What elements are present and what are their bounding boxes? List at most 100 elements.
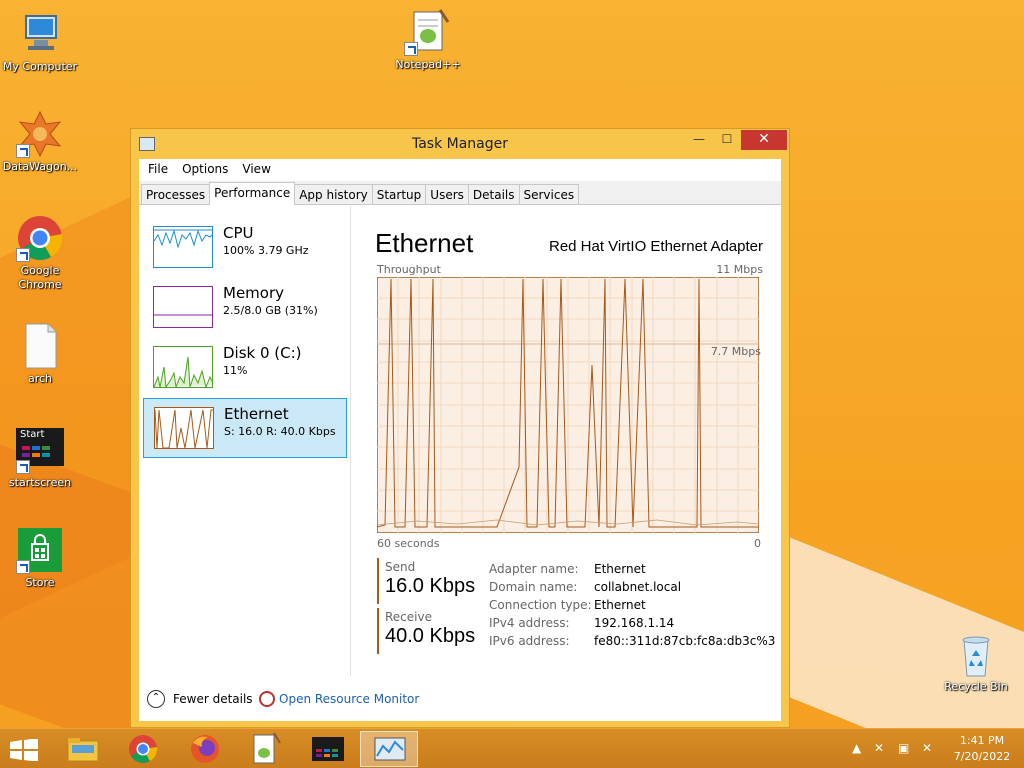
tab-details[interactable]: Details <box>467 184 520 204</box>
cpu-thumbnail-graph <box>153 226 213 268</box>
page-title: Ethernet <box>375 228 474 258</box>
chevron-up-icon[interactable]: ⌃ <box>147 690 165 708</box>
sidebar-item-value: 2.5/8.0 GB (31%) <box>223 304 318 317</box>
property-row: Adapter name: Ethernet <box>489 562 775 580</box>
menu-options[interactable]: Options <box>175 159 235 179</box>
clock-time: 1:41 PM <box>959 734 1005 747</box>
taskbar-startscreen[interactable] <box>298 731 356 767</box>
sidebar-item-label: CPU <box>223 224 254 242</box>
sidebar-item-cpu[interactable]: CPU 100% 3.79 GHz <box>143 218 347 278</box>
system-clock[interactable]: 1:41 PM 7/20/2022 <box>946 733 1018 765</box>
chrome-icon <box>129 735 158 763</box>
tab-app-history[interactable]: App history <box>294 184 373 204</box>
menu-view[interactable]: View <box>235 159 277 179</box>
property-value: collabnet.local <box>594 580 682 594</box>
graph-x-right-label: 0 <box>754 537 761 550</box>
tab-services[interactable]: Services <box>518 184 580 204</box>
receive-value: 40.0 Kbps <box>385 625 476 647</box>
property-key: Domain name: <box>489 580 578 594</box>
ethernet-thumbnail-graph <box>154 407 214 449</box>
send-value: 16.0 Kbps <box>385 575 476 597</box>
datawagon-icon <box>16 110 64 158</box>
graph-label: Throughput <box>377 263 441 276</box>
graph-max-label: 11 Mbps <box>716 263 763 276</box>
desktop-icon-recycle-bin[interactable]: Recycle Bin <box>936 630 1016 694</box>
desktop-icon-label: My Computer <box>2 60 78 73</box>
start-icon[interactable] <box>10 739 38 761</box>
sidebar-item-ethernet[interactable]: Ethernet S: 16.0 R: 40.0 Kbps <box>143 398 347 458</box>
desktop-icon-label: Google Chrome <box>18 264 62 291</box>
taskbar-task-manager[interactable] <box>360 731 418 767</box>
desktop-icon-startscreen[interactable]: Start startscreen <box>0 426 80 490</box>
graph-mid-label: 7.7 Mbps <box>710 345 761 358</box>
tab-processes[interactable]: Processes <box>141 184 211 204</box>
property-key: Connection type: <box>489 598 592 612</box>
title-bar[interactable]: Task Manager — ☐ ✕ <box>131 129 789 159</box>
taskbar-file-explorer[interactable] <box>54 731 112 767</box>
property-value: fe80::311d:87cb:fc8a:db3c%3 <box>594 634 776 648</box>
startscreen-icon <box>312 737 344 761</box>
network-disconnected-icon[interactable]: ✕ <box>874 741 884 755</box>
property-row: IPv6 address: fe80::311d:87cb:fc8a:db3c%… <box>489 634 775 652</box>
minimize-button[interactable]: — <box>685 130 713 150</box>
desktop-icon-label: arch <box>27 372 53 385</box>
shortcut-arrow-icon <box>16 144 30 158</box>
tab-performance[interactable]: Performance <box>209 182 296 205</box>
ethernet-detail-panel: Ethernet Red Hat VirtIO Ethernet Adapter… <box>375 206 775 706</box>
network-icon[interactable]: ▣ <box>898 741 909 755</box>
tab-startup[interactable]: Startup <box>371 184 427 204</box>
receive-indicator <box>377 608 379 654</box>
desktop-icon-arch[interactable]: arch <box>0 322 80 386</box>
adapter-properties: Adapter name: Ethernet Domain name: coll… <box>489 562 775 652</box>
send-indicator <box>377 558 379 604</box>
graph-x-left-label: 60 seconds <box>377 537 440 550</box>
desktop-icon-google-chrome[interactable]: Google Chrome <box>0 214 80 292</box>
taskbar-chrome[interactable] <box>114 731 172 767</box>
desktop-icon-notepadpp[interactable]: Notepad++ <box>388 8 468 72</box>
window-client: File Options View Processes Performance … <box>139 159 781 721</box>
notepadpp-icon <box>253 732 281 764</box>
shortcut-arrow-icon <box>16 460 30 474</box>
sidebar-item-value: S: 16.0 R: 40.0 Kbps <box>224 425 336 438</box>
performance-panel: CPU 100% 3.79 GHz Memory 2.5/8.0 GB (31%… <box>139 206 781 721</box>
shortcut-arrow-icon <box>16 560 30 574</box>
desktop-icon-my-computer[interactable]: My Computer <box>0 10 80 74</box>
property-value: 192.168.1.14 <box>594 616 675 630</box>
sidebar-item-memory[interactable]: Memory 2.5/8.0 GB (31%) <box>143 278 347 338</box>
resource-monitor-icon <box>259 691 275 707</box>
throughput-graph <box>377 277 759 533</box>
maximize-button[interactable]: ☐ <box>713 130 741 150</box>
desktop-icon-label: startscreen <box>8 476 72 489</box>
shortcut-arrow-icon <box>404 42 418 56</box>
desktop-icon-store[interactable]: Store <box>0 526 80 590</box>
sidebar-item-value: 11% <box>223 364 248 377</box>
resource-sidebar: CPU 100% 3.79 GHz Memory 2.5/8.0 GB (31%… <box>139 206 351 676</box>
menu-bar: File Options View <box>139 159 781 179</box>
close-button[interactable]: ✕ <box>741 130 787 150</box>
task-manager-icon <box>374 737 406 761</box>
shortcut-arrow-icon <box>16 248 30 262</box>
adapter-name-heading: Red Hat VirtIO Ethernet Adapter <box>548 238 763 255</box>
startscreen-icon: Start <box>16 426 64 474</box>
task-manager-window: Task Manager — ☐ ✕ File Options View Pro… <box>130 128 790 728</box>
desktop-icon-datawagon[interactable]: DataWagon... <box>0 110 80 174</box>
store-icon <box>16 526 64 574</box>
volume-muted-icon[interactable]: ✕ <box>922 741 932 755</box>
tab-users[interactable]: Users <box>425 184 469 204</box>
chrome-icon <box>16 214 64 262</box>
fewer-details-link[interactable]: Fewer details <box>173 692 253 706</box>
desktop-icon-label: Store <box>25 576 55 589</box>
sidebar-item-disk[interactable]: Disk 0 (C:) 11% <box>143 338 347 398</box>
property-row: Domain name: collabnet.local <box>489 580 775 598</box>
menu-file[interactable]: File <box>141 159 175 179</box>
firefox-icon <box>191 735 219 763</box>
taskbar-notepadpp[interactable] <box>236 731 294 767</box>
show-hidden-icons-chevron-icon[interactable]: ▲ <box>852 741 861 755</box>
memory-thumbnail-graph <box>153 286 213 328</box>
taskbar-firefox[interactable] <box>176 731 234 767</box>
open-resource-monitor-link[interactable]: Open Resource Monitor <box>279 692 419 706</box>
property-row: Connection type: Ethernet <box>489 598 775 616</box>
sidebar-item-value: 100% 3.79 GHz <box>223 244 309 257</box>
property-value: Ethernet <box>594 598 646 612</box>
disk-thumbnail-graph <box>153 346 213 388</box>
